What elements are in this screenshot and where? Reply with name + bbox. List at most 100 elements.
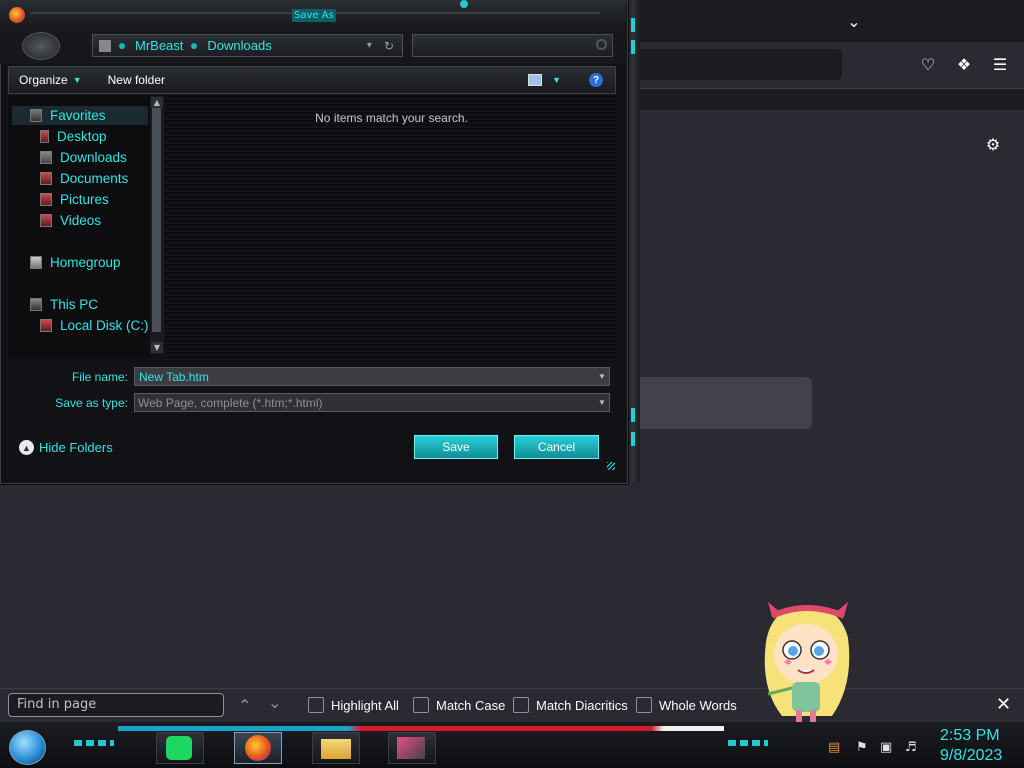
nav-label: Favorites [50, 107, 106, 123]
homegroup-icon [30, 255, 42, 269]
scrollbar-thumb[interactable] [152, 108, 161, 332]
match-case-checkbox[interactable]: Match Case [413, 697, 505, 713]
find-input[interactable]: Find in page [8, 693, 224, 717]
cancel-button[interactable]: Cancel [514, 435, 599, 459]
file-explorer-icon [321, 739, 351, 759]
desktop-icon [40, 129, 49, 143]
nav-item-this-pc[interactable]: This PC [30, 294, 98, 314]
file-name-value: New Tab.htm [139, 370, 209, 384]
frame-accent [631, 432, 635, 446]
nav-item-pictures[interactable]: Pictures [40, 189, 109, 209]
mascot-dress [792, 682, 820, 712]
nav-item-downloads[interactable]: Downloads [40, 147, 127, 167]
top-site-tile[interactable] [634, 377, 812, 429]
taskbar-decoration [118, 726, 724, 731]
checkbox-label: Match Case [436, 697, 506, 713]
taskbar-app-firefox[interactable] [234, 732, 282, 764]
sublime-icon[interactable]: ▤ [828, 740, 840, 755]
nav-item-local-disk[interactable]: Local Disk (C:) [40, 315, 149, 335]
url-bar[interactable] [636, 49, 842, 80]
new-folder-button[interactable]: New folder [98, 73, 175, 87]
checkbox-label: Whole Words [659, 697, 737, 713]
save-type-select[interactable]: Web Page, complete (*.htm;*.html) ▼ [134, 393, 610, 412]
drive-icon [40, 318, 52, 332]
nav-item-homegroup[interactable]: Homegroup [30, 252, 121, 272]
chevron-down-icon: ▼ [598, 398, 606, 407]
chevron-down-icon[interactable]: ▼ [552, 75, 561, 85]
videos-icon [40, 213, 52, 227]
scroll-down-icon[interactable]: ▼ [151, 342, 163, 353]
menu-icon[interactable]: ☰ [988, 52, 1012, 76]
tab-strip: ⌄ [630, 0, 1024, 42]
mascot-leg [796, 710, 802, 722]
empty-message: No items match your search. [315, 111, 468, 125]
pocket-icon[interactable]: ♡ [916, 52, 940, 76]
nav-item-desktop[interactable]: Desktop [40, 126, 107, 146]
network-icon[interactable]: ▣ [880, 740, 892, 755]
save-type-value: Web Page, complete (*.htm;*.html) [138, 396, 323, 410]
nav-label: Downloads [60, 149, 127, 165]
search-icon [596, 39, 607, 50]
checkbox-box [636, 697, 652, 713]
pictures-icon [40, 192, 52, 206]
clock-date[interactable]: 9/8/2023 [940, 747, 1002, 765]
chevron-up-icon: ▲ [19, 440, 34, 455]
mascot-mouth [797, 669, 815, 674]
search-input[interactable] [412, 34, 613, 57]
settings-gear-icon[interactable]: ⚙ [981, 132, 1005, 156]
computer-icon [30, 297, 42, 311]
nav-item-documents[interactable]: Documents [40, 168, 128, 188]
downloads-icon [40, 150, 52, 164]
nav-item-videos[interactable]: Videos [40, 210, 101, 230]
help-icon[interactable]: ? [589, 73, 603, 87]
nav-label: Videos [60, 212, 102, 228]
clock-time[interactable]: 2:53 PM [940, 727, 1000, 745]
taskbar-app-spotify[interactable] [156, 732, 204, 764]
dialog-title: Save As [292, 9, 336, 22]
breadcrumb[interactable]: MrBeast Downloads ▾ ↻ [92, 34, 403, 57]
chevron-down-icon[interactable]: ▼ [595, 368, 609, 385]
breadcrumb-item-user[interactable]: MrBeast [135, 38, 183, 53]
user-folder-icon [99, 39, 111, 52]
resize-grip-icon[interactable] [607, 462, 615, 470]
save-button[interactable]: Save [414, 435, 498, 459]
breadcrumb-item-downloads[interactable]: Downloads [207, 38, 271, 53]
taskbar-app-file-explorer[interactable] [312, 732, 360, 764]
mascot-pupil [814, 646, 824, 656]
taskbar-app-media[interactable] [388, 732, 436, 764]
star-icon [30, 108, 42, 122]
highlight-all-checkbox[interactable]: Highlight All [308, 697, 399, 713]
checkbox-label: Match Diacritics [536, 697, 628, 713]
extensions-icon[interactable]: ❖ [952, 52, 976, 76]
match-diacritics-checkbox[interactable]: Match Diacritics [513, 697, 628, 713]
back-forward-icon[interactable] [22, 32, 60, 60]
volume-icon[interactable]: ♬ [905, 740, 917, 755]
organize-label: Organize [19, 73, 68, 87]
start-button[interactable] [9, 730, 46, 765]
media-icon [397, 737, 425, 759]
mascot-pupil [788, 646, 798, 656]
file-name-input[interactable]: New Tab.htm ▼ [134, 367, 610, 386]
find-next-icon[interactable]: ⌄ [268, 693, 281, 712]
checkbox-box [308, 697, 324, 713]
chevron-down-icon: ▼ [72, 75, 82, 85]
checkbox-label: Highlight All [331, 697, 399, 713]
close-icon[interactable]: ✕ [996, 694, 1011, 715]
organize-button[interactable]: Organize ▼ [9, 73, 92, 87]
breadcrumb-separator [119, 42, 125, 49]
hide-folders-button[interactable]: ▲ Hide Folders [19, 440, 113, 455]
view-icon[interactable] [528, 74, 543, 86]
chevron-down-icon[interactable]: ▾ [367, 40, 372, 51]
file-list[interactable] [166, 96, 617, 360]
list-all-tabs-icon[interactable]: ⌄ [842, 9, 866, 33]
scroll-up-icon[interactable]: ▲ [151, 97, 163, 108]
refresh-icon[interactable]: ↻ [384, 39, 394, 53]
nav-item-favorites[interactable]: Favorites [30, 105, 106, 125]
file-name-label: File name: [71, 370, 128, 384]
find-previous-icon[interactable]: ⌃ [238, 696, 251, 715]
flag-icon[interactable]: ⚑ [856, 740, 868, 755]
firefox-icon [245, 735, 271, 761]
whole-words-checkbox[interactable]: Whole Words [636, 697, 737, 713]
nav-label: Desktop [57, 128, 107, 144]
firefox-icon [9, 7, 25, 23]
